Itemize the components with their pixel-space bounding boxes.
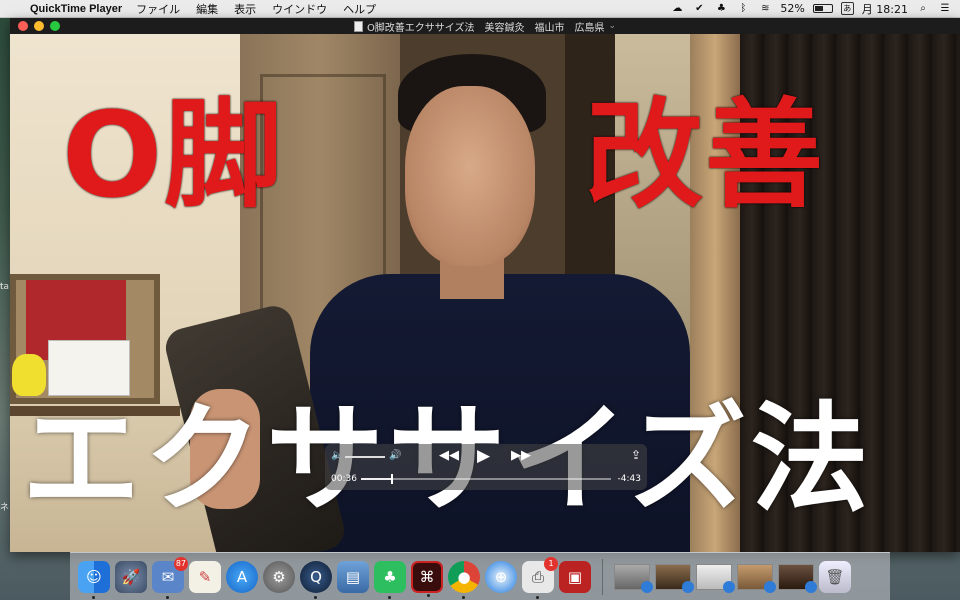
chrome-icon[interactable]: ●	[448, 560, 480, 599]
menu-help[interactable]: ヘルプ	[343, 1, 376, 17]
minimized-window-4[interactable]	[737, 563, 776, 593]
menu-view[interactable]: 表示	[234, 1, 256, 17]
scrubber-handle[interactable]	[391, 474, 393, 484]
desktop-edge-label-2: ネ	[0, 503, 10, 513]
dock-separator	[602, 558, 603, 595]
photo-booth-icon[interactable]: ▣	[559, 560, 591, 593]
status-area: ☁ ✔ ♣ ᛒ ≋ 52% あ 月 18:21 ⌕ ☰	[670, 1, 960, 17]
minimize-button[interactable]	[34, 21, 44, 31]
menu-window[interactable]: ウインドウ	[272, 1, 327, 17]
minimized-window-3[interactable]	[696, 563, 735, 593]
checkmark-icon[interactable]: ✔	[692, 3, 706, 15]
window-title: O脚改善エクササイズ法 美容鍼灸 福山市 広島県	[366, 22, 605, 34]
bluetooth-icon[interactable]: ᛒ	[736, 3, 750, 15]
printer-badge: 1	[544, 556, 558, 571]
system-preferences-icon[interactable]: ⚙	[263, 560, 295, 593]
quicktime-window: O脚改善エクササイズ法 美容鍼灸 福山市 広島県 ⌄ O脚 改善 エクササイズ法…	[10, 18, 960, 552]
scrubber[interactable]	[361, 474, 611, 484]
mail-icon[interactable]: ✉ 87	[152, 556, 188, 599]
caption-improvement: 改善	[585, 86, 826, 224]
clock[interactable]: 月 18:21	[862, 1, 908, 17]
safari-icon[interactable]: ⊕	[485, 560, 517, 593]
app-store-icon[interactable]: A	[226, 560, 258, 593]
minimized-window-5[interactable]	[778, 563, 817, 593]
fullscreen-button[interactable]	[50, 21, 60, 31]
menu-bar: QuickTime Player ファイル 編集 表示 ウインドウ ヘルプ ☁ …	[0, 0, 960, 18]
battery-icon[interactable]	[812, 4, 833, 13]
finder-icon[interactable]: ☺	[78, 560, 110, 599]
document-icon[interactable]	[353, 20, 363, 32]
scene-calendar	[48, 340, 130, 396]
notification-center-icon[interactable]: ☰	[938, 3, 952, 15]
printer-icon[interactable]: ⎙ 1	[522, 556, 558, 599]
playback-controls: 🔈 🔊 ◀◀ ▶ ▶▶ ⇪ 00:36 -4:43	[325, 444, 647, 490]
desktop-edge-label: ta	[0, 282, 10, 292]
volume-slider[interactable]	[345, 456, 385, 458]
window-controls	[18, 21, 60, 31]
creative-cloud-icon[interactable]: ☁	[670, 3, 684, 15]
close-button[interactable]	[18, 21, 28, 31]
video-frame[interactable]: O脚 改善 エクササイズ法 🔈 🔊 ◀◀ ▶ ▶▶ ⇪ 00:36 -4:43	[10, 34, 960, 552]
menu-file[interactable]: ファイル	[136, 1, 180, 17]
wifi-icon[interactable]: ≋	[758, 3, 772, 15]
dock: ☺ 🚀 ✉ 87 ✎ A ⚙ Q ▤ ♣ ⌘ ● ⊕ ⎙ 1 ▣ 🗑	[70, 552, 890, 600]
launchpad-icon[interactable]: 🚀	[115, 560, 147, 593]
rewind-button[interactable]: ◀◀	[439, 448, 459, 463]
volume-high-icon[interactable]: 🔊	[389, 450, 401, 461]
pages-icon[interactable]: ✎	[189, 560, 221, 593]
evernote-app-icon[interactable]: ♣	[374, 560, 406, 599]
app-menu[interactable]: QuickTime Player	[30, 3, 122, 15]
preview-icon[interactable]: ▤	[337, 560, 369, 593]
minimized-window-1[interactable]	[614, 563, 653, 593]
trash-icon[interactable]: 🗑	[819, 560, 851, 593]
person-head	[405, 86, 535, 266]
share-icon[interactable]: ⇪	[631, 448, 641, 462]
evernote-icon[interactable]: ♣	[714, 3, 728, 15]
menu-edit[interactable]: 編集	[196, 1, 218, 17]
current-time: 00:36	[331, 474, 357, 484]
mail-badge: 87	[173, 556, 188, 571]
acrobat-icon[interactable]: ⌘	[411, 560, 443, 597]
remaining-time: -4:43	[617, 474, 641, 484]
spotlight-search-icon[interactable]: ⌕	[916, 3, 930, 15]
play-button[interactable]: ▶	[477, 446, 490, 466]
chevron-down-icon[interactable]: ⌄	[609, 21, 617, 31]
caption-o-leg: O脚	[62, 86, 285, 224]
scrubber-progress	[361, 478, 391, 480]
fast-forward-button[interactable]: ▶▶	[511, 448, 531, 463]
minimized-window-2[interactable]	[655, 563, 694, 593]
battery-percent[interactable]: 52%	[780, 2, 804, 15]
quicktime-icon[interactable]: Q	[300, 560, 332, 599]
input-method-icon[interactable]: あ	[840, 2, 854, 15]
window-titlebar[interactable]: O脚改善エクササイズ法 美容鍼灸 福山市 広島県 ⌄	[10, 18, 960, 34]
volume-low-icon[interactable]: 🔈	[331, 450, 343, 461]
